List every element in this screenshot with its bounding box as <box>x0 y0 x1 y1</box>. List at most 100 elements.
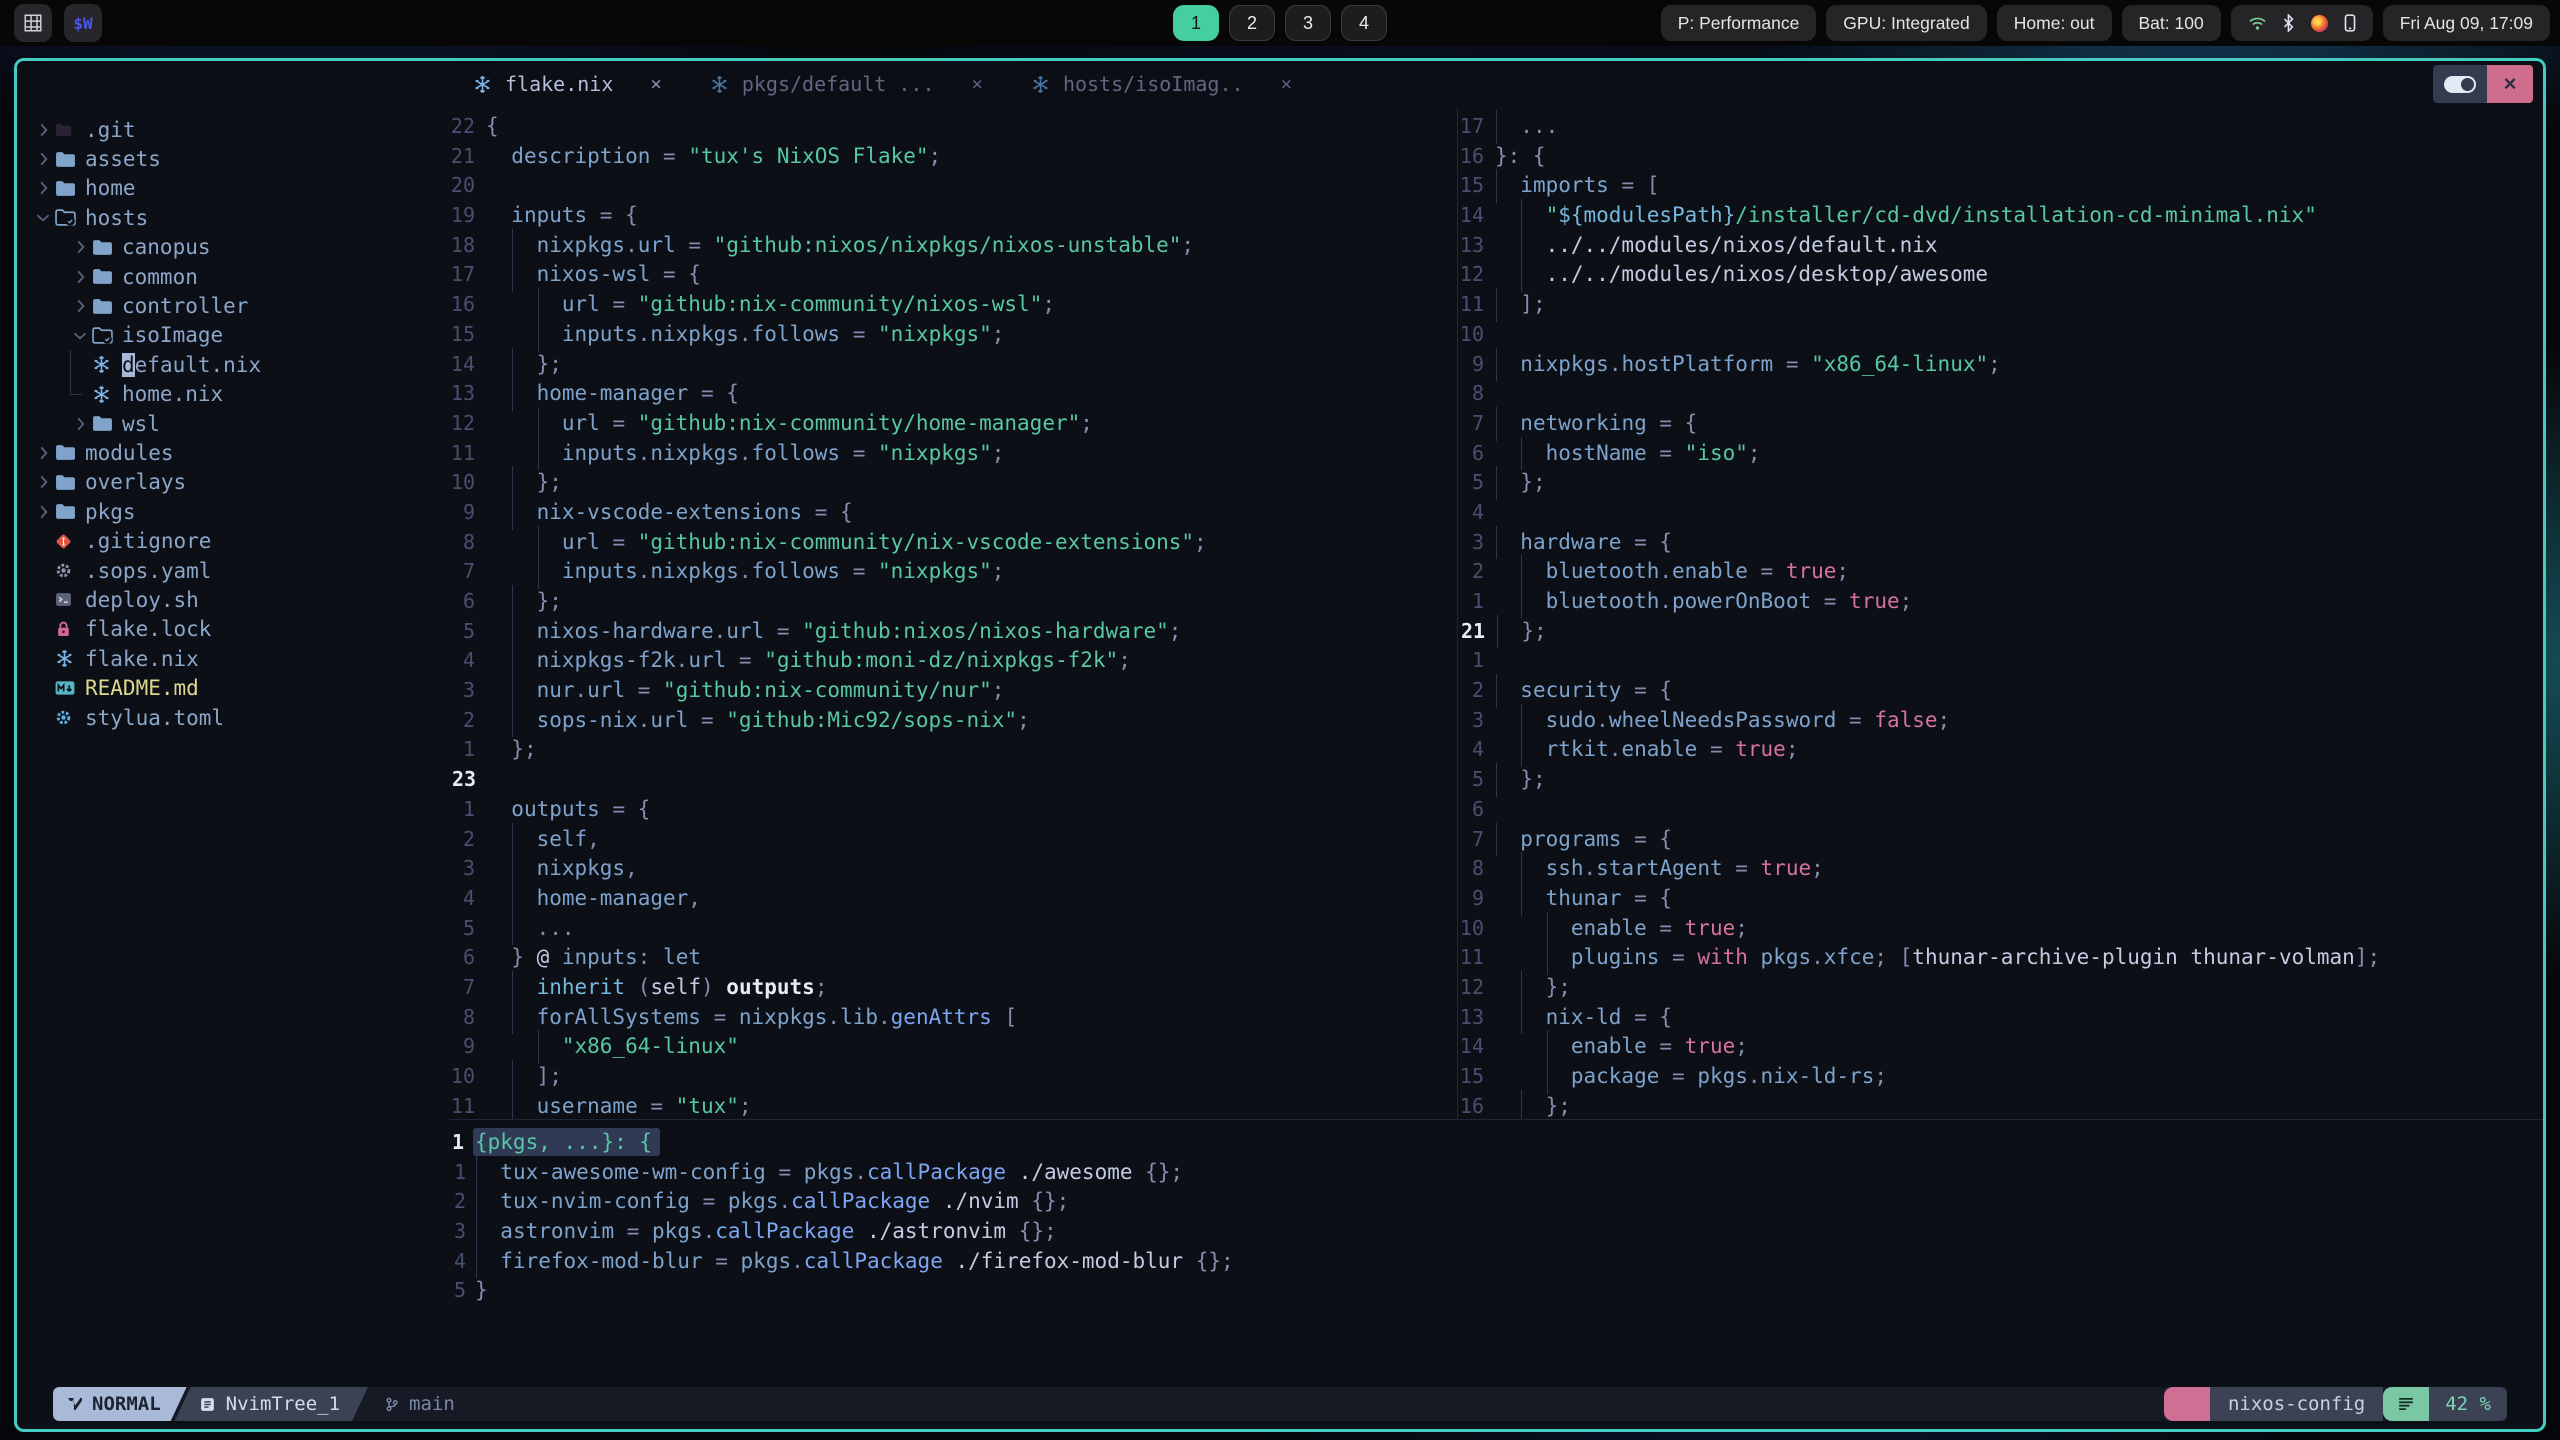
tree-item-overlays[interactable]: overlays <box>17 468 449 497</box>
tree-item-flake.lock[interactable]: flake.lock <box>17 615 449 644</box>
code-line[interactable]: 21 description = "tux's NixOS Flake"; <box>449 142 1457 172</box>
code-line[interactable]: 15 inputs.nixpkgs.follows = "nixpkgs"; <box>449 317 1457 352</box>
code-line[interactable]: 5 ... <box>449 911 1457 946</box>
code-line[interactable]: 9 thunar = { <box>1458 881 2543 916</box>
code-line[interactable]: 4 home-manager, <box>449 881 1457 916</box>
code-line[interactable]: 11 inputs.nixpkgs.follows = "nixpkgs"; <box>449 436 1457 471</box>
tree-item-README.md[interactable]: README.md <box>17 673 449 702</box>
code-line[interactable]: 1 outputs = { <box>449 795 1457 825</box>
apps-grid-button[interactable] <box>14 4 52 42</box>
tree-item-default.nix[interactable]: default.nix <box>17 350 449 380</box>
code-line[interactable]: 4 nixpkgs-f2k.url = "github:moni-dz/nixp… <box>449 644 1457 679</box>
code-line[interactable]: 6 hostName = "iso"; <box>1458 436 2543 471</box>
editor-pkgs-default-nix[interactable]: 1 {pkgs, ...}: {1 tux-awesome-wm-config =… <box>449 1119 2543 1387</box>
code-line[interactable]: 22 { <box>449 112 1457 142</box>
tree-item-.sops.yaml[interactable]: .sops.yaml <box>17 556 449 585</box>
code-line[interactable]: 2 security = { <box>1458 674 2543 708</box>
code-line[interactable]: 10 ]; <box>449 1060 1457 1094</box>
code-line[interactable]: 9 nixpkgs.hostPlatform = "x86_64-linux"; <box>1458 347 2543 382</box>
tree-item-deploy.sh[interactable]: deploy.sh <box>17 585 449 614</box>
editor-flake-nix[interactable]: 22{21 description = "tux's NixOS Flake";… <box>449 107 1457 1119</box>
tree-item-home.nix[interactable]: home.nix <box>17 379 449 409</box>
code-line[interactable]: 1 {pkgs, ...}: { <box>449 1128 2543 1158</box>
tree-item-isoImage[interactable]: isoImage <box>17 321 449 350</box>
code-line[interactable]: 14 }; <box>449 347 1457 382</box>
tree-item-wsl[interactable]: wsl <box>17 409 449 438</box>
code-line[interactable]: 1 }; <box>449 735 1457 765</box>
code-line[interactable]: 2 bluetooth.enable = true; <box>1458 555 2543 590</box>
code-line[interactable]: 8 <box>1458 379 2543 409</box>
code-line[interactable]: 13 nix-ld = { <box>1458 1000 2543 1035</box>
tab-hosts-isoImag..[interactable]: hosts/isoImag.. × <box>1007 61 1316 107</box>
code-line[interactable]: 2 sops-nix.url = "github:Mic92/sops-nix"… <box>449 703 1457 738</box>
code-line[interactable]: 1 tux-awesome-wm-config = pkgs.callPacka… <box>449 1155 2543 1190</box>
code-line[interactable]: 11 ]; <box>1458 288 2543 322</box>
tree-item-common[interactable]: common <box>17 262 449 291</box>
tree-item-controller[interactable]: controller <box>17 291 449 320</box>
code-line[interactable]: 15 package = pkgs.nix-ld-rs; <box>1458 1060 2543 1094</box>
code-line[interactable]: 7 networking = { <box>1458 406 2543 441</box>
code-line[interactable]: 5 nixos-hardware.url = "github:nixos/nix… <box>449 614 1457 649</box>
code-line[interactable]: 10 }; <box>449 466 1457 500</box>
code-line[interactable]: 19 inputs = { <box>449 201 1457 231</box>
code-line[interactable]: 10 <box>1458 320 2543 350</box>
code-line[interactable]: 2 self, <box>449 822 1457 857</box>
code-line[interactable]: 16}: { <box>1458 142 2543 172</box>
workspace-button-1[interactable]: 1 <box>1173 5 1219 41</box>
workspace-button-3[interactable]: 3 <box>1285 5 1331 41</box>
code-line[interactable]: 5} <box>449 1276 2543 1306</box>
code-line[interactable]: 12 ../../modules/nixos/desktop/awesome <box>1458 258 2543 293</box>
tree-item-home[interactable]: home <box>17 174 449 203</box>
code-line[interactable]: 2 tux-nvim-config = pkgs.callPackage ./n… <box>449 1185 2543 1220</box>
wallpaper-tool-button[interactable]: $W <box>64 4 102 42</box>
code-line[interactable]: 3 nur.url = "github:nix-community/nur"; <box>449 674 1457 708</box>
code-line[interactable]: 7 inherit (self) outputs; <box>449 970 1457 1005</box>
code-line[interactable]: 6 } @ inputs: let <box>449 943 1457 973</box>
workspace-button-2[interactable]: 2 <box>1229 5 1275 41</box>
tab-flake.nix[interactable]: flake.nix × <box>449 61 686 107</box>
code-line[interactable]: 3 sudo.wheelNeedsPassword = false; <box>1458 703 2543 738</box>
code-line[interactable]: 6 }; <box>449 585 1457 619</box>
code-line[interactable]: 16 }; <box>1458 1089 2543 1119</box>
code-line[interactable]: 8 ssh.startAgent = true; <box>1458 852 2543 886</box>
code-line[interactable]: 21 }; <box>1458 614 2543 649</box>
tab-close-icon[interactable]: × <box>650 73 661 95</box>
code-line[interactable]: 1 bluetooth.powerOnBoot = true; <box>1458 585 2543 619</box>
code-line[interactable]: 17 ... <box>1458 110 2543 144</box>
tree-item-stylua.toml[interactable]: stylua.toml <box>17 703 449 732</box>
window-close-button[interactable]: × <box>2487 65 2533 103</box>
tree-item-.gitignore[interactable]: .gitignore <box>17 526 449 555</box>
code-line[interactable]: 13 home-manager = { <box>449 377 1457 411</box>
tree-item-assets[interactable]: assets <box>17 144 449 173</box>
code-line[interactable]: 4 rtkit.enable = true; <box>1458 733 2543 768</box>
code-line[interactable]: 12 url = "github:nix-community/home-mana… <box>449 406 1457 441</box>
tree-item-hosts[interactable]: hosts <box>17 203 449 232</box>
workspace-button-4[interactable]: 4 <box>1341 5 1387 41</box>
code-line[interactable]: 8 url = "github:nix-community/nix-vscode… <box>449 525 1457 560</box>
code-line[interactable]: 6 <box>1458 795 2543 825</box>
code-line[interactable]: 7 programs = { <box>1458 822 2543 857</box>
tree-item-modules[interactable]: modules <box>17 438 449 467</box>
code-line[interactable]: 9 nix-vscode-extensions = { <box>449 495 1457 530</box>
window-toggle-switch[interactable] <box>2433 65 2487 103</box>
code-line[interactable]: 5 }; <box>1458 763 2543 797</box>
code-line[interactable]: 9 "x86_64-linux" <box>449 1030 1457 1065</box>
code-line[interactable]: 14 enable = true; <box>1458 1030 2543 1065</box>
code-line[interactable]: 15 imports = [ <box>1458 169 2543 204</box>
tree-item-canopus[interactable]: canopus <box>17 233 449 262</box>
code-line[interactable]: 18 nixpkgs.url = "github:nixos/nixpkgs/n… <box>449 228 1457 263</box>
code-line[interactable]: 12 }; <box>1458 970 2543 1005</box>
tab-pkgs-default-...[interactable]: pkgs/default ... × <box>686 61 1007 107</box>
code-line[interactable]: 5 }; <box>1458 466 2543 500</box>
code-line[interactable]: 8 forAllSystems = nixpkgs.lib.genAttrs [ <box>449 1000 1457 1035</box>
code-line[interactable]: 4 <box>1458 498 2543 528</box>
code-line[interactable]: 4 firefox-mod-blur = pkgs.callPackage ./… <box>449 1244 2543 1279</box>
code-line[interactable]: 23 <box>449 765 1457 795</box>
tree-item-.git[interactable]: .git <box>17 115 449 144</box>
code-line[interactable]: 14 "${modulesPath}/installer/cd-dvd/inst… <box>1458 199 2543 233</box>
code-line[interactable]: 11 plugins = with pkgs.xfce; [thunar-arc… <box>1458 941 2543 975</box>
code-line[interactable]: 3 hardware = { <box>1458 525 2543 560</box>
tab-close-icon[interactable]: × <box>1281 73 1292 95</box>
tab-close-icon[interactable]: × <box>971 73 982 95</box>
code-line[interactable]: 17 nixos-wsl = { <box>449 258 1457 293</box>
